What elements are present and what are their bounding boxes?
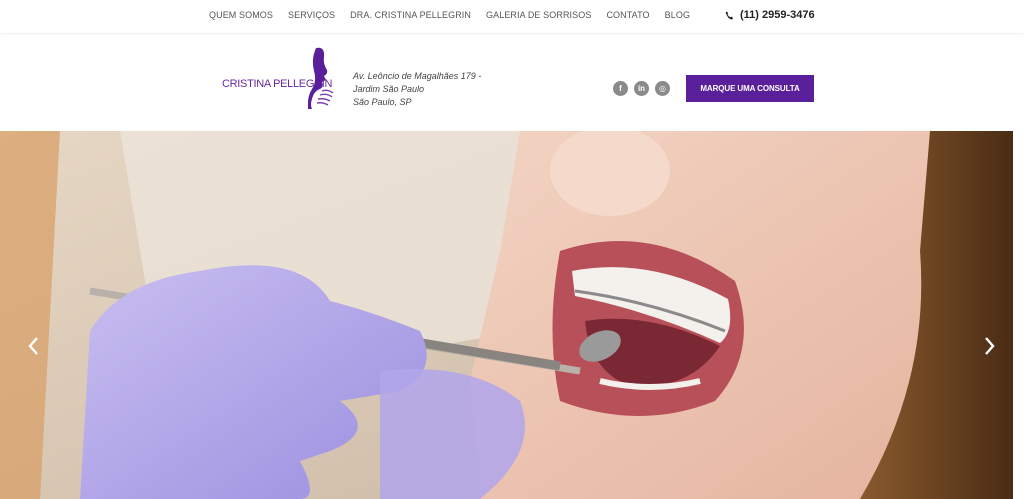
chevron-left-icon (28, 337, 38, 355)
facebook-icon[interactable]: f (613, 81, 628, 96)
phone-number: (11) 2959-3476 (740, 9, 815, 21)
hero-image (0, 131, 1013, 499)
top-bar: QUEM SOMOS SERVIÇOS DRA. CRISTINA PELLEG… (0, 0, 1024, 33)
top-nav: QUEM SOMOS SERVIÇOS DRA. CRISTINA PELLEG… (209, 10, 690, 20)
nav-item-blog[interactable]: BLOG (665, 10, 690, 20)
address-line: Av. Leôncio de Magalhães 179 - (353, 71, 482, 81)
logo-profile-icon (308, 47, 334, 109)
nav-item-galeria[interactable]: GALERIA DE SORRISOS (486, 10, 591, 20)
address-line: Jardim São Paulo (353, 84, 425, 94)
hero-slider (0, 131, 1013, 499)
logo[interactable]: CRISTINA PELLEGRIN (222, 47, 334, 111)
address: Av. Leôncio de Magalhães 179 - Jardim Sã… (353, 70, 481, 109)
chevron-right-icon (985, 337, 995, 355)
linkedin-icon[interactable]: in (634, 81, 649, 96)
slider-prev-button[interactable] (25, 334, 41, 358)
phone-link[interactable]: (11) 2959-3476 (725, 9, 815, 21)
slider-next-button[interactable] (982, 334, 998, 358)
nav-item-quem-somos[interactable]: QUEM SOMOS (209, 10, 273, 20)
book-appointment-button[interactable]: MARQUE UMA CONSULTA (686, 75, 814, 102)
nav-item-contato[interactable]: CONTATO (606, 10, 649, 20)
nav-item-dra-cristina[interactable]: DRA. CRISTINA PELLEGRIN (350, 10, 471, 20)
instagram-icon[interactable]: ◎ (655, 81, 670, 96)
address-line: São Paulo, SP (353, 97, 412, 107)
phone-icon (725, 10, 734, 19)
nav-item-servicos[interactable]: SERVIÇOS (288, 10, 335, 20)
social-links: f in ◎ (613, 81, 670, 96)
site-header: CRISTINA PELLEGRIN Av. Leôncio de Magalh… (0, 33, 1024, 131)
